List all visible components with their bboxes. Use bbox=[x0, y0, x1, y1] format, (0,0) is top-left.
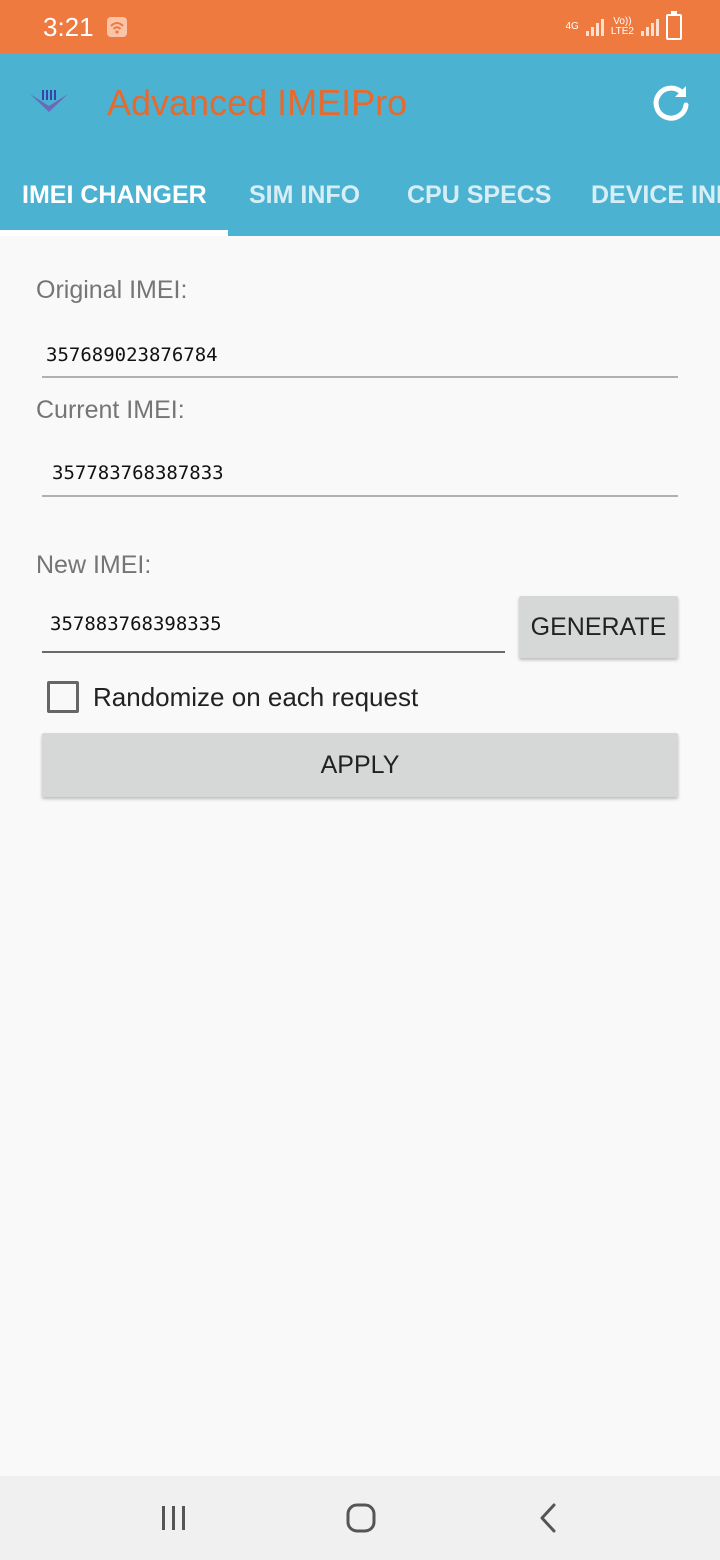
new-imei-value: 357883768398335 bbox=[50, 613, 222, 635]
randomize-checkbox[interactable] bbox=[47, 681, 79, 713]
app-logo-icon bbox=[30, 90, 68, 112]
tab-bar: IMEI CHANGER SIM INFO CPU SPECS DEVICE I… bbox=[0, 170, 720, 236]
app-bar: Advanced IMEIPro IMEI CHANGER SIM INFO C… bbox=[0, 54, 720, 236]
signal-icon-2 bbox=[641, 19, 659, 36]
battery-icon bbox=[666, 11, 682, 40]
tab-cpu-specs[interactable]: CPU SPECS bbox=[407, 170, 551, 236]
tab-indicator bbox=[0, 230, 228, 236]
status-icons: 4G Vo)) LTE2 bbox=[565, 11, 682, 42]
navigation-bar bbox=[0, 1476, 720, 1560]
back-icon[interactable] bbox=[533, 1502, 565, 1534]
randomize-row[interactable]: Randomize on each request bbox=[47, 680, 418, 714]
signal-icon bbox=[585, 19, 604, 36]
original-imei-label: Original IMEI: bbox=[36, 276, 188, 304]
generate-button[interactable]: GENERATE bbox=[519, 596, 678, 658]
current-imei-label: Current IMEI: bbox=[36, 396, 185, 424]
randomize-label: Randomize on each request bbox=[93, 681, 419, 712]
network-4g-label: 4G bbox=[565, 21, 579, 32]
status-time: 3:21 bbox=[43, 12, 94, 42]
apply-button[interactable]: APPLY bbox=[42, 733, 678, 797]
status-bar: 3:21 4G Vo)) LTE2 bbox=[0, 0, 720, 54]
app-title: Advanced IMEIPro bbox=[107, 82, 408, 123]
volte-bottom-label: LTE2 bbox=[610, 26, 634, 37]
new-imei-input[interactable]: 357883768398335 bbox=[42, 613, 505, 653]
original-imei-value: 357689023876784 bbox=[46, 344, 218, 366]
refresh-icon[interactable] bbox=[650, 82, 692, 124]
tab-sim-info[interactable]: SIM INFO bbox=[249, 170, 360, 236]
new-imei-label: New IMEI: bbox=[36, 551, 152, 579]
current-imei-value: 357783768387833 bbox=[52, 462, 224, 484]
volte-label: Vo)) LTE2 bbox=[611, 17, 634, 37]
wifi-notification-icon bbox=[107, 17, 127, 37]
tab-imei-changer[interactable]: IMEI CHANGER bbox=[22, 170, 207, 236]
current-imei-field: 357783768387833 bbox=[42, 462, 678, 497]
home-icon[interactable] bbox=[345, 1502, 377, 1534]
tab-device-info[interactable]: DEVICE INFO bbox=[591, 170, 720, 236]
recent-apps-icon[interactable] bbox=[158, 1502, 190, 1534]
original-imei-field: 357689023876784 bbox=[42, 344, 678, 378]
